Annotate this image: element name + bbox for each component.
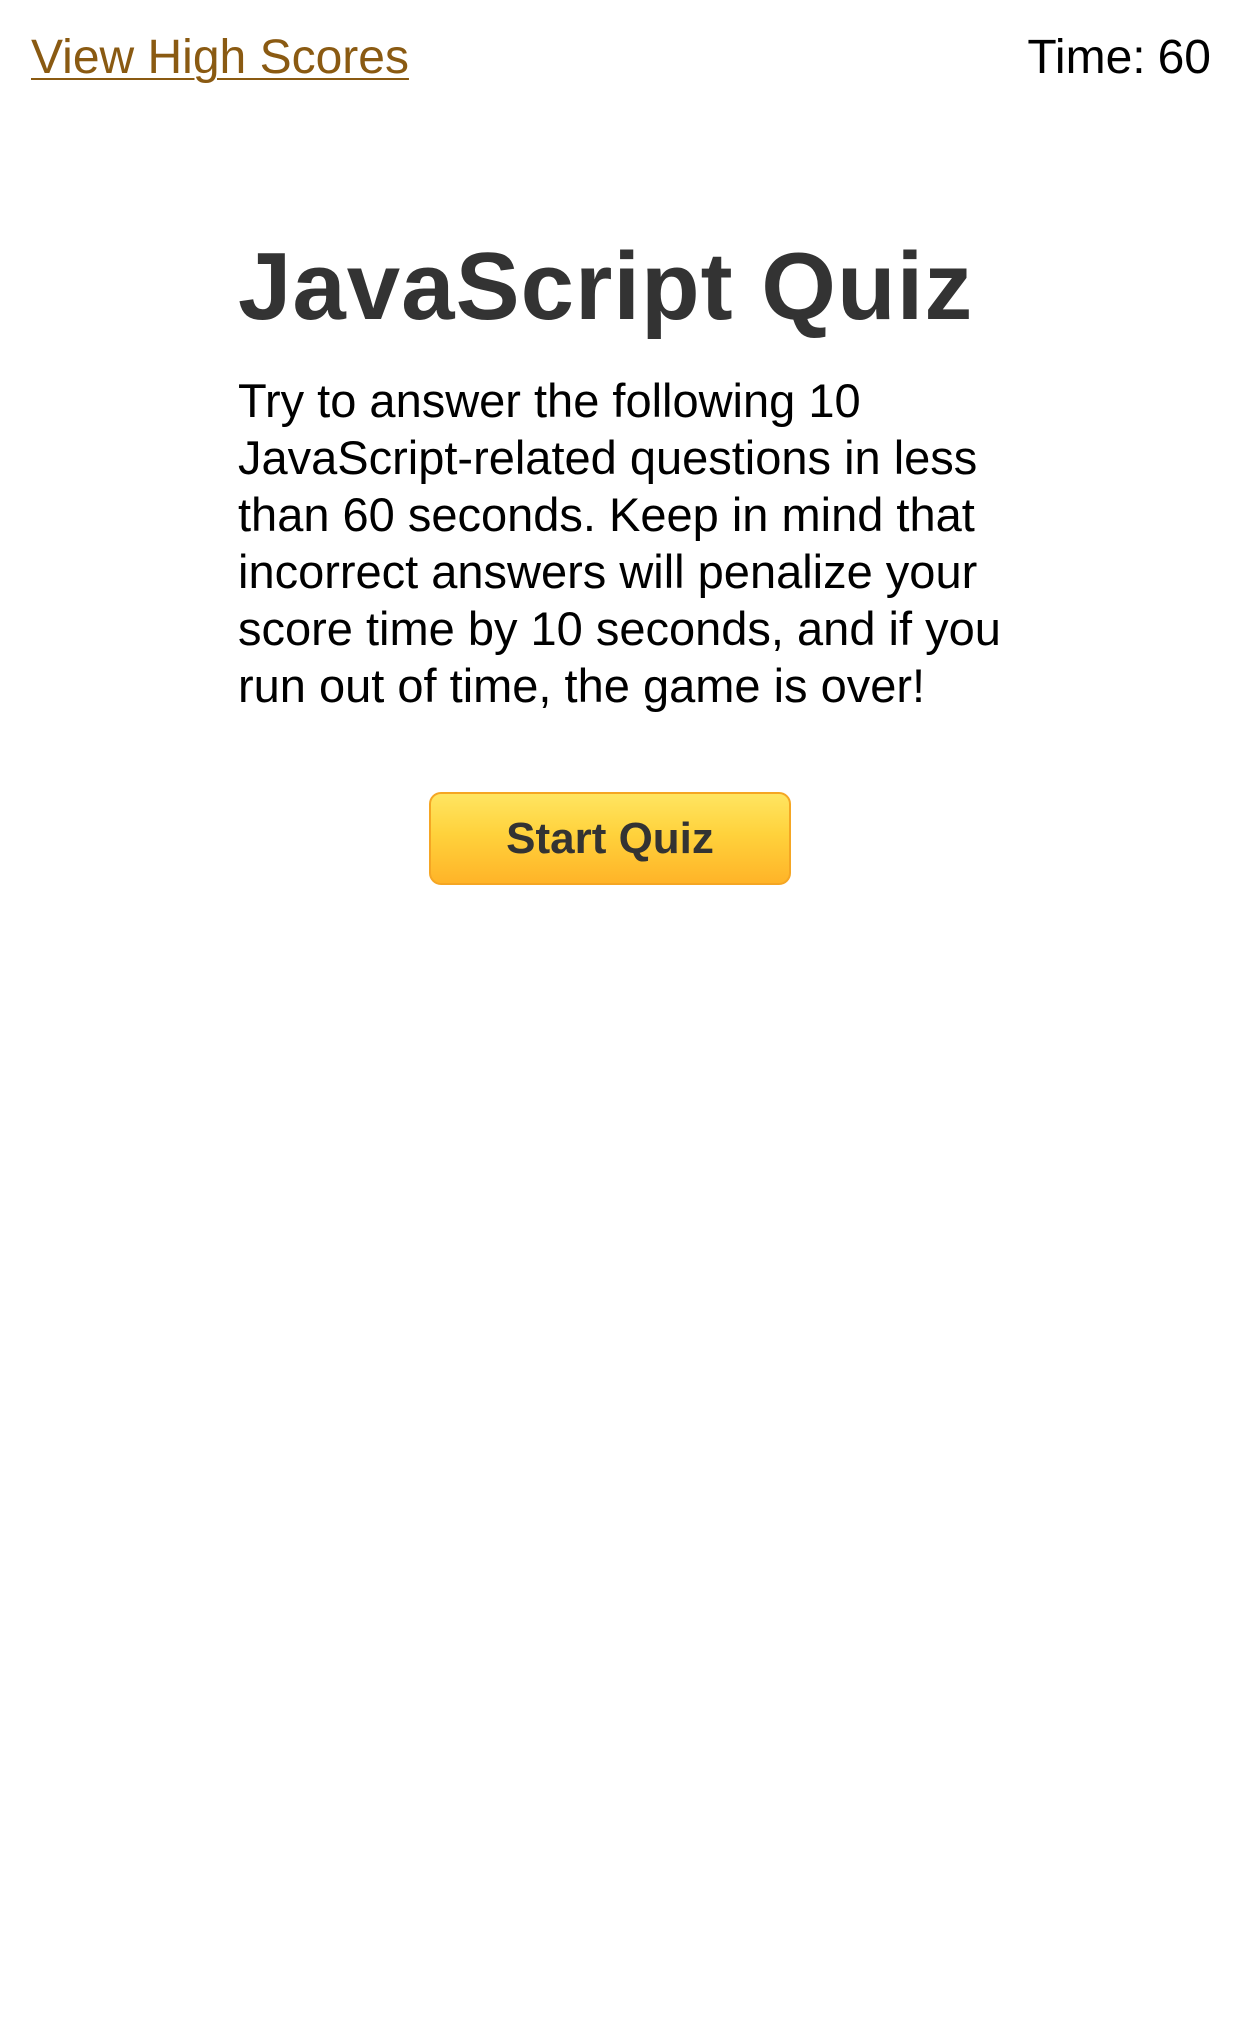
quiz-instructions: Try to answer the following 10 JavaScrip…: [238, 374, 1001, 712]
timer-label: Time:: [1027, 31, 1146, 84]
timer: Time: 60: [1027, 30, 1211, 86]
start-button-container: Start Quiz: [429, 792, 791, 885]
quiz-start-card: JavaScript Quiz Try to answer the follow…: [238, 232, 1008, 714]
view-high-scores-link[interactable]: View High Scores: [31, 30, 409, 86]
start-quiz-button[interactable]: Start Quiz: [429, 792, 791, 885]
quiz-title: JavaScript Quiz: [238, 233, 974, 340]
top-bar: View High Scores Time: 60: [0, 0, 1242, 120]
timer-value: 60: [1157, 31, 1211, 84]
